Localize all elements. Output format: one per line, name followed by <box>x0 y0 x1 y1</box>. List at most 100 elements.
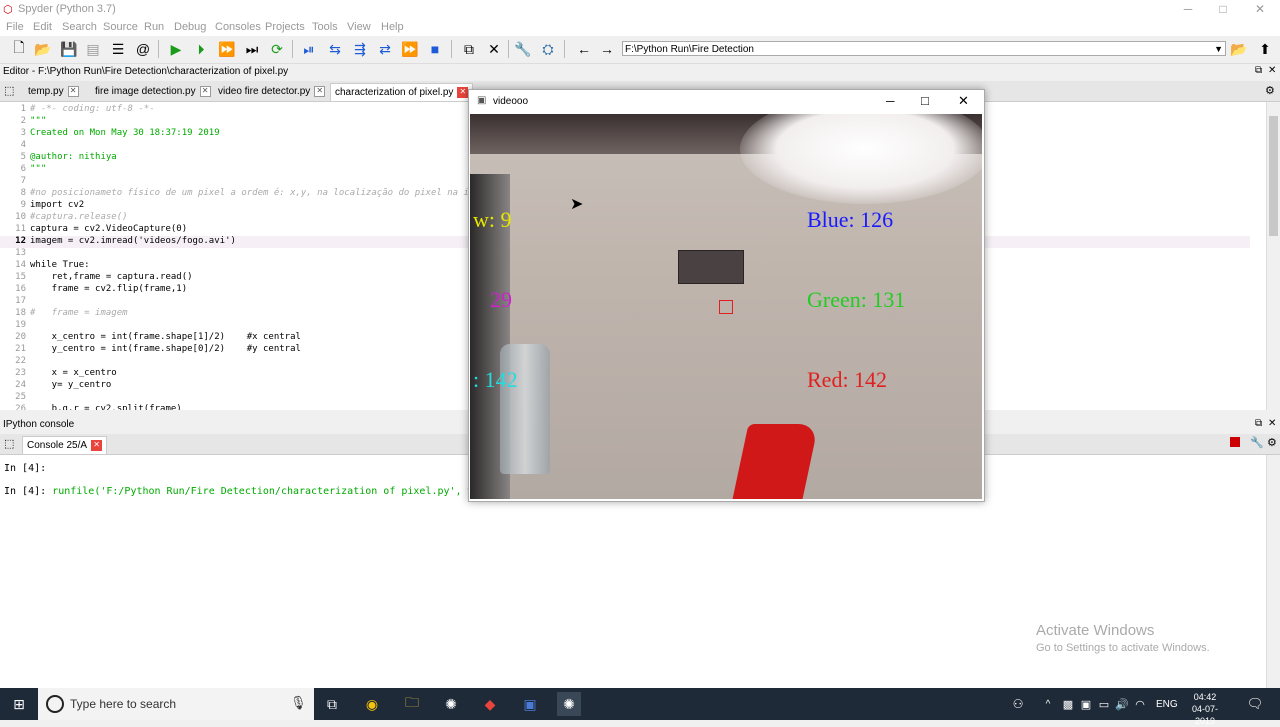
run-icon[interactable]: ▶ <box>167 40 185 58</box>
code-line: x_centro = int(frame.shape[1]/2) #x cent… <box>30 332 301 342</box>
scrollbar-thumb[interactable] <box>1269 116 1278 236</box>
line-number: 13 <box>15 248 26 258</box>
notifications-icon[interactable]: 🗨 <box>1243 692 1267 716</box>
minimize-button[interactable]: ─ <box>1170 0 1206 20</box>
stop-kernel-icon[interactable] <box>1230 437 1240 447</box>
close-tab-icon[interactable]: ✕ <box>91 439 103 451</box>
close-tab-icon[interactable]: ✕ <box>199 85 211 97</box>
debug-icon[interactable]: ⏯ <box>300 40 318 58</box>
step-into-icon[interactable]: ⇶ <box>351 40 369 58</box>
clock[interactable]: 04:42 04-07-2019 <box>1183 691 1227 727</box>
spyder-taskbar-icon[interactable]: ✺ <box>439 692 463 716</box>
tab-console[interactable]: Console 25/A ✕ <box>22 436 108 454</box>
line-number: 18 <box>15 308 26 318</box>
close-button[interactable]: ✕ <box>958 93 969 109</box>
undock-icon[interactable]: ⧉ <box>1255 418 1262 429</box>
menu-projects[interactable]: Projects <box>265 21 305 33</box>
tab-video-fire-detector[interactable]: video fire detector.py ✕ <box>214 83 329 100</box>
browse-tabs-icon[interactable]: ⬚ <box>4 437 14 450</box>
menu-source[interactable]: Source <box>103 21 138 33</box>
parent-dir-icon[interactable]: ⬆ <box>1256 40 1274 58</box>
line-number: 12 <box>15 236 26 246</box>
close-pane-icon[interactable]: ✕ <box>1268 65 1276 76</box>
code-line: #captura.release() <box>30 212 128 222</box>
overlay-left-2: 29 <box>490 287 512 312</box>
forward-arrow-icon[interactable]: → <box>598 40 616 58</box>
continue-icon[interactable]: ⏩ <box>401 40 419 58</box>
tab-fire-image-detection[interactable]: fire image detection.py ✕ <box>91 83 215 100</box>
tab-characterization-of-pixel[interactable]: characterization of pixel.py ✕ <box>330 83 474 101</box>
file-explorer-icon[interactable]: 🗀 <box>400 692 424 716</box>
wifi-icon[interactable]: ◠ <box>1128 692 1152 716</box>
green-value: Green: 131 <box>807 287 906 312</box>
maximize-pane-icon[interactable]: ⧉ <box>460 40 478 58</box>
wrench-icon[interactable]: 🔧 <box>1250 436 1264 449</box>
menu-search[interactable]: Search <box>62 21 97 33</box>
wrench-icon[interactable]: 🔧 <box>514 40 532 58</box>
run-cell-icon[interactable]: ⏵ <box>192 40 210 58</box>
open-folder-icon[interactable]: 📂 <box>34 40 52 58</box>
code-line: #no posicionameto físico de um pixel a o… <box>30 188 529 198</box>
step-return-icon[interactable]: ⇄ <box>376 40 394 58</box>
search-placeholder: Type here to search <box>70 697 177 711</box>
spyder-active-icon[interactable]: ✺ <box>557 692 581 716</box>
menu-file[interactable]: File <box>6 21 24 33</box>
new-file-icon[interactable]: 🗋 <box>10 39 28 58</box>
browse-folder-icon[interactable]: 📂 <box>1230 40 1248 58</box>
close-pane-icon[interactable]: ✕ <box>1268 418 1276 429</box>
menu-view[interactable]: View <box>347 21 371 33</box>
code-line: while True: <box>30 260 90 270</box>
run-cell-advance-icon[interactable]: ⏩ <box>218 40 236 58</box>
step-icon[interactable]: ⇆ <box>326 40 344 58</box>
line-number: 9 <box>20 200 26 210</box>
gear-icon[interactable]: ⚙ <box>1267 436 1277 449</box>
maximize-button[interactable]: □ <box>1205 0 1241 20</box>
app-icon[interactable]: ▣ <box>518 692 542 716</box>
menu-help[interactable]: Help <box>381 21 404 33</box>
video-window[interactable]: ▣ videooo ─ □ ✕ w: 9 29 : 142 Blue: 126 … <box>468 89 985 502</box>
chevron-down-icon[interactable]: ▼ <box>1214 42 1223 57</box>
overlay-left-1: w: 9 <box>473 207 512 232</box>
menu-tools[interactable]: Tools <box>312 21 338 33</box>
console-scrollbar[interactable] <box>1266 455 1280 688</box>
back-arrow-icon[interactable]: ← <box>575 40 593 58</box>
menu-consoles[interactable]: Consoles <box>215 21 261 33</box>
rerun-icon[interactable]: ⟳ <box>268 40 286 58</box>
close-tab-icon[interactable]: ✕ <box>314 85 326 97</box>
video-window-titlebar[interactable]: ▣ videooo ─ □ ✕ <box>469 90 984 114</box>
microphone-icon[interactable]: 🎙 <box>290 695 307 711</box>
taskbar-search[interactable]: Type here to search 🎙 <box>38 688 314 720</box>
working-directory-input[interactable]: F:\Python Run\Fire Detection ▼ <box>622 41 1226 56</box>
menu-debug[interactable]: Debug <box>174 21 206 33</box>
minimize-button[interactable]: ─ <box>886 94 895 108</box>
run-selection-icon[interactable]: ⏭ <box>243 40 261 58</box>
list-icon[interactable]: ☰ <box>109 40 127 58</box>
windows-start-icon[interactable]: ⊞ <box>7 692 31 716</box>
fullscreen-icon[interactable]: ✕ <box>485 40 503 58</box>
gear-icon[interactable]: ⚙ <box>1265 84 1275 97</box>
close-tab-icon[interactable]: ✕ <box>67 85 79 97</box>
language-indicator[interactable]: ENG <box>1156 699 1178 710</box>
media-app-icon[interactable]: ◆ <box>478 692 502 716</box>
code-line: y= y_centro <box>30 380 112 390</box>
people-icon[interactable]: ⚇ <box>1006 692 1030 716</box>
undock-icon[interactable]: ⧉ <box>1255 65 1262 76</box>
tab-temp[interactable]: temp.py ✕ <box>24 83 83 100</box>
close-tab-icon[interactable]: ✕ <box>457 86 469 98</box>
chrome-icon[interactable]: ◉ <box>360 692 384 716</box>
save-icon[interactable]: 💾 <box>60 40 78 58</box>
line-number: 7 <box>20 176 26 186</box>
close-button[interactable]: ✕ <box>1242 0 1278 20</box>
editor-scrollbar[interactable] <box>1266 102 1280 410</box>
at-icon[interactable]: @ <box>134 40 152 58</box>
line-number: 8 <box>20 188 26 198</box>
maximize-button[interactable]: □ <box>921 93 929 108</box>
menu-edit[interactable]: Edit <box>33 21 52 33</box>
save-all-icon[interactable]: ▤ <box>84 40 102 58</box>
stop-icon[interactable]: ■ <box>426 40 444 58</box>
python-icon[interactable]: ⛭ <box>539 40 557 58</box>
browse-tabs-icon[interactable]: ⬚ <box>4 84 14 97</box>
menu-run[interactable]: Run <box>144 21 164 33</box>
task-view-icon[interactable]: ⧉ <box>320 692 344 716</box>
line-number: 22 <box>15 356 26 366</box>
